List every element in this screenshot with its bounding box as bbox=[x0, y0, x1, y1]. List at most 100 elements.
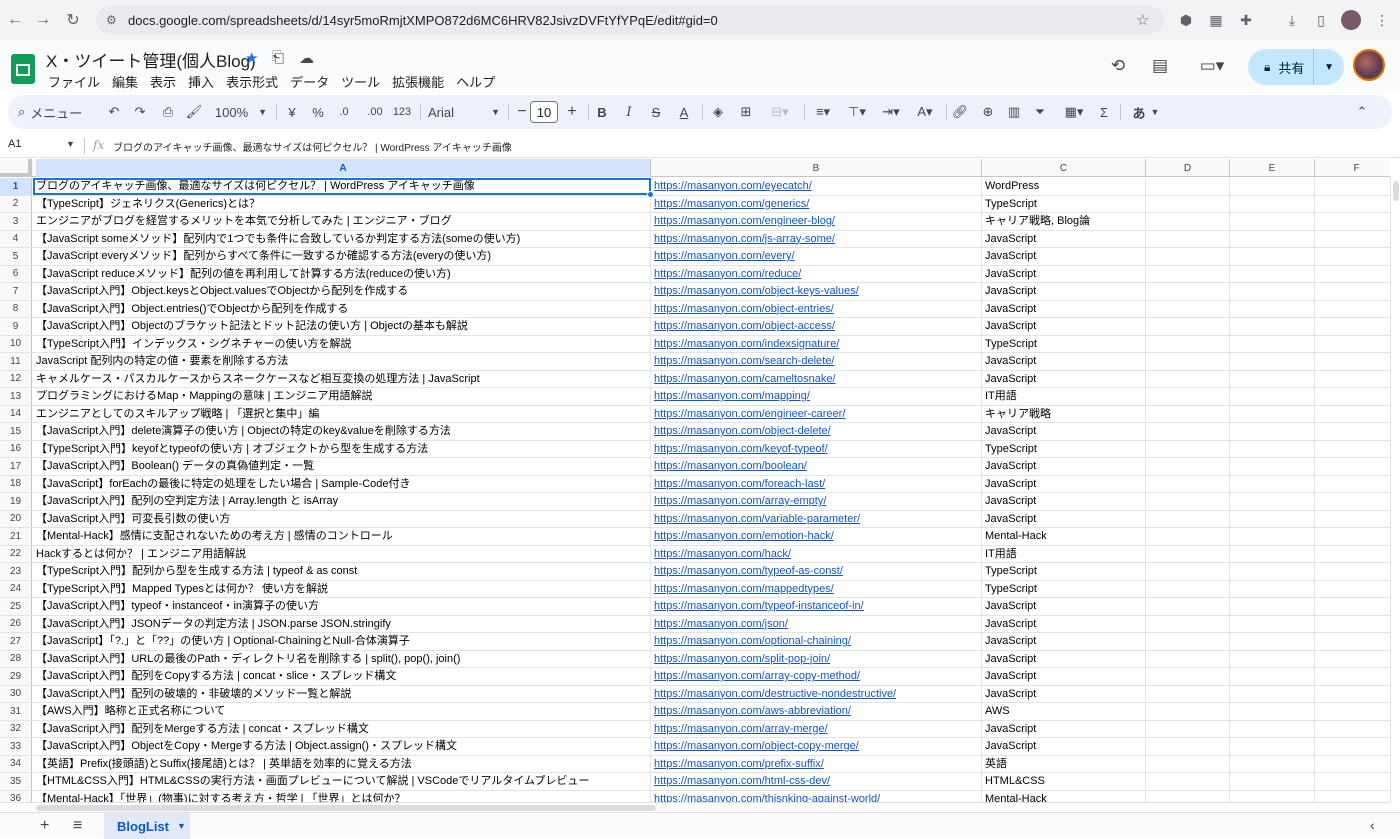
strikethrough-icon[interactable]: S bbox=[648, 95, 664, 129]
cell-e[interactable] bbox=[1230, 475, 1315, 492]
insert-comment-icon[interactable]: ⊕ bbox=[978, 95, 998, 129]
row-header[interactable]: 31 bbox=[0, 703, 32, 720]
cell-a[interactable]: JavaScript 配列内の特定の値・要素を削除する方法 bbox=[33, 353, 651, 370]
cell-f[interactable] bbox=[1315, 493, 1390, 510]
row-header[interactable]: 23 bbox=[0, 563, 32, 580]
cell-f[interactable] bbox=[1315, 511, 1390, 528]
cloud-saved-icon[interactable]: ☁ bbox=[299, 49, 314, 67]
menu-file[interactable]: ファイル bbox=[42, 71, 106, 92]
row-header[interactable]: 29 bbox=[0, 668, 32, 685]
cell-d[interactable] bbox=[1146, 755, 1230, 772]
bookmark-star-icon[interactable]: ☆ bbox=[1136, 11, 1164, 29]
cell-a[interactable]: 【JavaScript入門】delete演算子の使い方 | Objectの特定の… bbox=[33, 423, 651, 440]
cell-c[interactable]: JavaScript bbox=[982, 283, 1146, 300]
cell-a[interactable]: 【JavaScript入門】Object.keysとObject.valuesで… bbox=[33, 283, 651, 300]
row-header[interactable]: 20 bbox=[0, 510, 32, 527]
borders-icon[interactable]: ⊞ bbox=[736, 95, 756, 129]
row-header[interactable]: 7 bbox=[0, 283, 32, 300]
cell-a[interactable]: 【TypeScript入門】Mapped Typesとは何か？ 使い方を解説 bbox=[33, 580, 651, 597]
cell-a[interactable]: 【JavaScript入門】配列の破壊的・非破壊的メソッド一覧と解説 bbox=[33, 685, 651, 702]
cell-d[interactable] bbox=[1146, 475, 1230, 492]
cell-f[interactable] bbox=[1315, 441, 1390, 458]
cell-a[interactable]: 【JavaScript everyメソッド】配列からすべて条件に一致するか確認す… bbox=[33, 248, 651, 265]
cell-b[interactable]: https://masanyon.com/eyecatch/ bbox=[651, 178, 982, 195]
cell-d[interactable] bbox=[1146, 353, 1230, 370]
cell-f[interactable] bbox=[1315, 616, 1390, 633]
cell-b[interactable]: https://masanyon.com/array-copy-method/ bbox=[651, 668, 982, 685]
cell-e[interactable] bbox=[1230, 790, 1315, 802]
cell-c[interactable]: TypeScript bbox=[982, 195, 1146, 212]
menu-format[interactable]: 表示形式 bbox=[220, 71, 284, 92]
cell-e[interactable] bbox=[1230, 265, 1315, 282]
cell-a[interactable]: 【JavaScript someメソッド】配列内で1つでも条件に合致しているか判… bbox=[33, 230, 651, 247]
cell-c[interactable]: AWS bbox=[982, 703, 1146, 720]
column-header-b[interactable]: B bbox=[651, 159, 982, 177]
cell-d[interactable] bbox=[1146, 598, 1230, 615]
cell-c[interactable]: TypeScript bbox=[982, 580, 1146, 597]
menu-tools[interactable]: ツール bbox=[335, 71, 386, 92]
menu-insert[interactable]: 挿入 bbox=[182, 71, 220, 92]
cell-a[interactable]: 【JavaScript入門】Objectのブラケット記法とドット記法の使い方 |… bbox=[33, 318, 651, 335]
cell-b[interactable]: https://masanyon.com/engineer-blog/ bbox=[651, 213, 982, 230]
cell-f[interactable] bbox=[1315, 178, 1390, 195]
number-format-button[interactable]: 123 bbox=[390, 95, 414, 129]
column-header-a[interactable]: A bbox=[36, 159, 651, 177]
cell-c[interactable]: 英語 bbox=[982, 755, 1146, 772]
cell-a[interactable]: 【英語】Prefix(接頭語)とSuffix(接尾語)とは？ | 英単語を効率的… bbox=[33, 755, 651, 772]
forward-icon[interactable]: → bbox=[28, 5, 58, 35]
cell-e[interactable] bbox=[1230, 738, 1315, 755]
column-header-f[interactable]: F bbox=[1315, 159, 1390, 177]
cell-e[interactable] bbox=[1230, 598, 1315, 615]
cell-a[interactable]: Hackするとは何か？ | エンジニア用語解説 bbox=[33, 545, 651, 562]
cell-d[interactable] bbox=[1146, 703, 1230, 720]
cell-b[interactable]: https://masanyon.com/thisnking-against-w… bbox=[651, 790, 982, 802]
filter-views-icon[interactable]: ▦▾ bbox=[1056, 95, 1092, 129]
cell-f[interactable] bbox=[1315, 231, 1390, 248]
cell-f[interactable] bbox=[1315, 213, 1390, 230]
cell-a[interactable]: 【JavaScript入門】配列をCopyする方法 | concat・slice… bbox=[33, 668, 651, 685]
cell-b[interactable]: https://masanyon.com/cameltosnake/ bbox=[651, 370, 982, 387]
cell-c[interactable]: JavaScript bbox=[982, 685, 1146, 702]
insert-link-icon[interactable]: 🔗︎ bbox=[950, 95, 970, 129]
cell-a[interactable]: 【TypeScript】ジェネリクス(Generics)とは？ bbox=[33, 195, 651, 212]
cell-d[interactable] bbox=[1146, 580, 1230, 597]
cell-b[interactable]: https://masanyon.com/keyof-typeof/ bbox=[651, 440, 982, 457]
cell-a[interactable]: 【JavaScript入門】可変長引数の使い方 bbox=[33, 510, 651, 527]
cell-e[interactable] bbox=[1230, 650, 1315, 667]
cell-c[interactable]: IT用語 bbox=[982, 545, 1146, 562]
row-header[interactable]: 1 bbox=[0, 178, 32, 195]
cell-b[interactable]: https://masanyon.com/array-empty/ bbox=[651, 493, 982, 510]
cell-a[interactable]: 【TypeScript入門】keyofとtypeofの使い方 | オブジェクトか… bbox=[33, 440, 651, 457]
cell-a[interactable]: 【AWS入門】略称と正式名称について bbox=[33, 703, 651, 720]
row-header[interactable]: 36 bbox=[0, 790, 32, 802]
cell-b[interactable]: https://masanyon.com/mappedtypes/ bbox=[651, 580, 982, 597]
move-folder-icon[interactable]: ⎗ bbox=[272, 49, 284, 66]
cell-e[interactable] bbox=[1230, 213, 1315, 230]
cell-f[interactable] bbox=[1315, 353, 1390, 370]
menu-data[interactable]: データ bbox=[284, 71, 335, 92]
cell-d[interactable] bbox=[1146, 405, 1230, 422]
cell-a[interactable]: 【JavaScript】forEachの最後に特定の処理をしたい場合 | Sam… bbox=[33, 475, 651, 492]
cell-a[interactable]: 【HTML&CSS入門】HTML&CSSの実行方法・画面プレビューについて解説 … bbox=[33, 773, 651, 790]
row-header[interactable]: 11 bbox=[0, 353, 32, 370]
cell-e[interactable] bbox=[1230, 580, 1315, 597]
share-button[interactable]: 🔒︎ 共有 ▼ bbox=[1248, 49, 1344, 85]
row-header[interactable]: 15 bbox=[0, 423, 32, 440]
cell-c[interactable]: JavaScript bbox=[982, 423, 1146, 440]
cell-e[interactable] bbox=[1230, 458, 1315, 475]
merge-cells-icon[interactable]: ⊟▾ bbox=[762, 95, 798, 129]
cell-c[interactable]: WordPress bbox=[982, 178, 1146, 195]
cell-d[interactable] bbox=[1146, 668, 1230, 685]
cell-f[interactable] bbox=[1315, 283, 1390, 300]
cell-d[interactable] bbox=[1146, 510, 1230, 527]
cell-b[interactable]: https://masanyon.com/js-array-some/ bbox=[651, 230, 982, 247]
cell-f[interactable] bbox=[1315, 633, 1390, 650]
puzzle-icon[interactable]: ✚ bbox=[1236, 10, 1256, 30]
input-tools-button[interactable]: あ ▼ bbox=[1126, 95, 1166, 129]
cell-c[interactable]: Mental-Hack bbox=[982, 528, 1146, 545]
cell-c[interactable]: JavaScript bbox=[982, 265, 1146, 282]
cell-b[interactable]: https://masanyon.com/split-pop-join/ bbox=[651, 650, 982, 667]
menu-help[interactable]: ヘルプ bbox=[450, 71, 501, 92]
cell-e[interactable] bbox=[1230, 633, 1315, 650]
account-avatar[interactable] bbox=[1353, 49, 1385, 81]
